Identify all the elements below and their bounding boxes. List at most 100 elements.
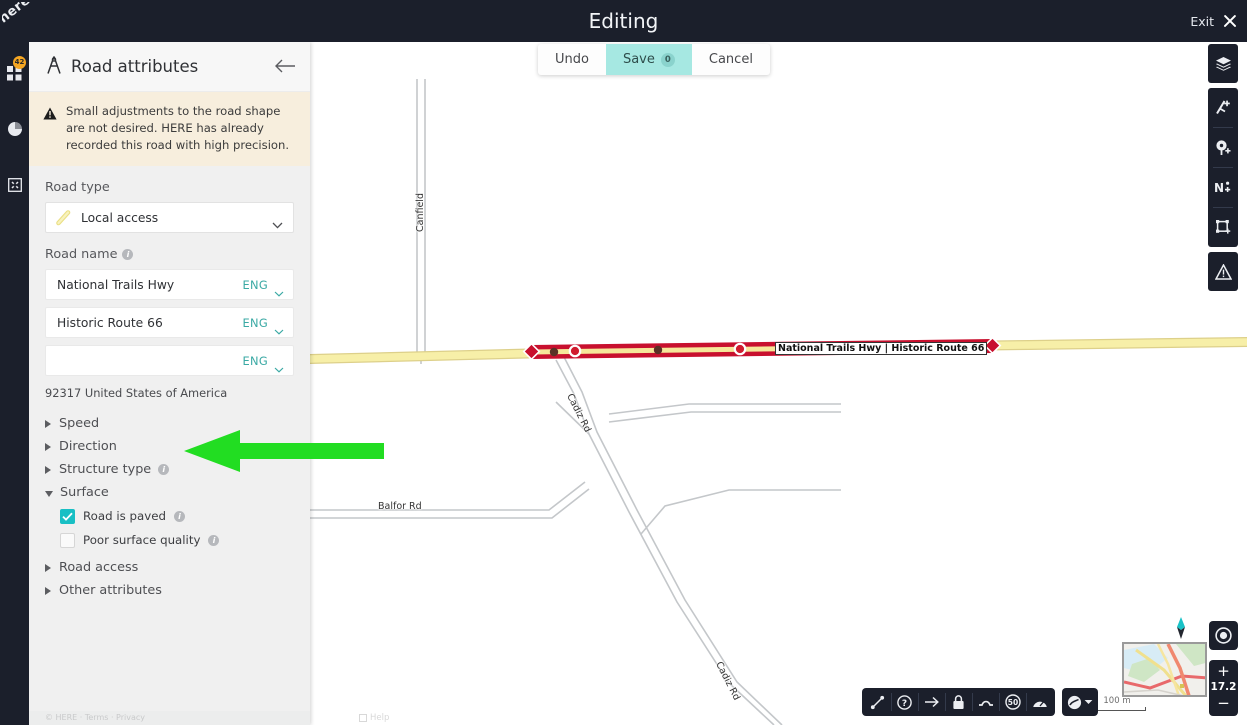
accordion-other-attributes[interactable]: Other attributes [45,581,294,600]
accordion-road-access[interactable]: Road access [45,558,294,577]
road-name-row-1[interactable]: National Trails Hwy ENG [45,269,294,301]
speed-limit-icon: 50 [1004,694,1021,710]
locate-target-icon [1215,627,1232,644]
chevron-down-icon[interactable] [274,358,284,373]
top-bar: here Editing Exit [0,0,1247,42]
geometry-line-icon [870,695,885,709]
overview-minimap[interactable] [1122,642,1207,697]
exit-button[interactable]: Exit [1190,0,1237,42]
panel-header: Road attributes [29,42,310,92]
save-button-label: Save [622,52,655,67]
cancel-button[interactable]: Cancel [692,44,770,75]
accordion-direction[interactable]: Direction [45,437,294,456]
bridge-tunnel-button[interactable] [972,688,999,716]
chevron-down-icon[interactable] [274,320,284,335]
zoom-out-button[interactable]: − [1209,695,1238,712]
left-nav-rail: 42 [0,42,29,725]
accordion-other-attributes-label: Other attributes [59,583,162,599]
attribute-accordions: Speed Direction Structure type i Surface… [29,400,310,600]
accordion-road-access-label: Road access [59,560,139,576]
checkbox-unchecked-icon[interactable] [60,532,75,548]
info-icon[interactable]: i [158,464,170,476]
road-name-label: Road name i [45,247,294,262]
layers-icon [1215,57,1231,71]
map-label-canfield: Canfield [415,193,426,232]
direction-arrow-icon [924,696,939,708]
add-place-icon [1215,140,1230,155]
add-road-icon [1215,100,1230,115]
lock-button[interactable] [945,688,972,716]
road-name-label-text: Road name [45,247,118,263]
exit-label: Exit [1190,13,1214,29]
zoom-in-button[interactable]: + [1209,663,1238,680]
checkbox-poor-surface-quality[interactable]: Poor surface quality i [45,528,294,552]
map-style-button[interactable] [1062,688,1098,716]
svg-text:N: N [1214,181,1224,195]
road-name-lang-2: ENG [242,315,268,330]
map-style-icon [1067,695,1082,709]
locate-me-button[interactable] [1209,621,1238,650]
bridge-tunnel-icon [978,700,993,706]
page-title: Editing [588,9,659,33]
edit-action-bar: Undo Save 0 Cancel [538,44,770,75]
report-issue-button[interactable] [1208,252,1238,291]
chevron-down-icon [272,214,283,229]
checkbox-road-is-paved[interactable]: Road is paved i [45,504,294,528]
map-overlay-toolbar: ? 50 [862,688,1055,716]
accordion-direction-label: Direction [59,439,117,455]
panel-warning-banner: Small adjustments to the road shape are … [29,92,310,167]
speed-limit-button[interactable]: 50 [999,688,1026,716]
road-name-section: Road name i National Trails Hwy ENG Hist… [29,233,310,400]
report-issue-icon [1214,263,1232,280]
road-type-select[interactable]: Local access [45,202,294,234]
help-button[interactable]: Help [359,713,389,723]
here-map-creator-editing-screen: Canfield Cadiz Rd Balfor Rd Cadiz Rd Nat… [0,0,1247,725]
speedometer-button[interactable] [1026,688,1053,716]
lock-icon [953,694,964,709]
extensions-button[interactable] [0,162,29,208]
checkbox-poor-surface-quality-label: Poor surface quality [83,533,201,548]
road-name-value-2[interactable]: Historic Route 66 [57,316,243,330]
info-icon[interactable]: i [173,510,185,522]
info-icon[interactable]: i [208,534,220,546]
road-name-input-3[interactable] [57,353,243,368]
chevron-right-icon [45,563,52,572]
chevron-right-icon [45,419,52,428]
undo-button[interactable]: Undo [538,44,606,75]
add-place-button[interactable] [1208,128,1238,167]
checkbox-checked-icon[interactable] [60,508,75,524]
help-icon [359,714,367,722]
accordion-speed[interactable]: Speed [45,414,294,433]
close-icon[interactable] [1223,14,1237,28]
save-button[interactable]: Save 0 [605,44,692,75]
svg-text:?: ? [902,699,907,709]
chevron-right-icon [45,442,52,451]
accordion-speed-label: Speed [59,416,100,432]
accordion-structure-type-label: Structure type [59,462,152,478]
back-arrow-icon[interactable] [274,58,296,76]
chevron-down-icon[interactable] [274,282,284,297]
add-road-button[interactable] [1208,88,1238,127]
add-area-button[interactable] [1208,208,1238,247]
compass-button[interactable] [1170,615,1192,641]
add-name-button[interactable]: N [1208,168,1238,207]
direction-arrow-button[interactable] [918,688,945,716]
report-group [1208,252,1238,291]
geometry-line-button[interactable] [864,688,891,716]
layers-button[interactable] [1208,44,1238,83]
info-icon[interactable]: i [122,249,134,261]
stats-button[interactable] [0,106,29,152]
accordion-surface[interactable]: Surface [45,483,294,502]
checkbox-road-is-paved-label: Road is paved [83,509,166,524]
road-name-row-3[interactable]: ENG [45,345,294,377]
selected-road-name-label: National Trails Hwy | Historic Route 66 [775,342,988,355]
chevron-down-icon [1084,700,1093,704]
map-tools-toolbar: N [1208,44,1238,296]
help-circle-button[interactable]: ? [891,688,918,716]
accordion-structure-type[interactable]: Structure type i [45,460,294,479]
save-change-count: 0 [660,52,675,67]
road-name-row-2[interactable]: Historic Route 66 ENG [45,307,294,339]
road-name-value-1[interactable]: National Trails Hwy [57,278,243,292]
apps-grid-button[interactable]: 42 [0,50,29,96]
road-attributes-icon [45,55,67,79]
